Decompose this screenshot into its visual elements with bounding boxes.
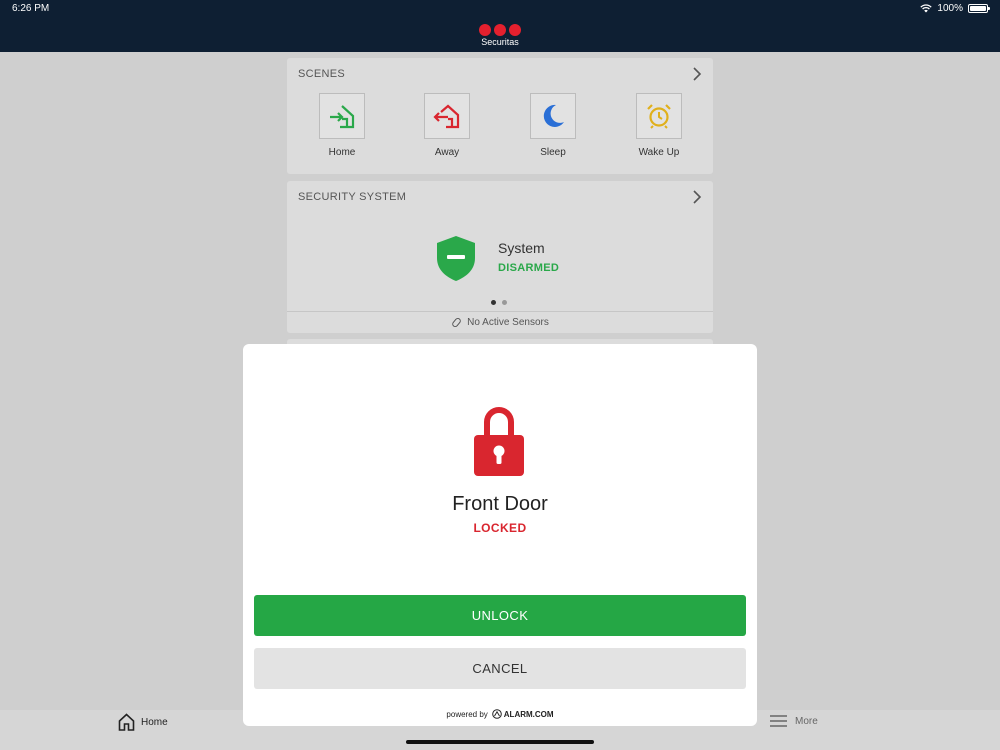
security-system-title: SECURITY SYSTEM (298, 191, 407, 203)
sensors-text: No Active Sensors (467, 317, 549, 328)
powered-by-text: powered by (446, 709, 488, 719)
sensor-tag-icon (452, 317, 461, 328)
brand-logo: Securitas (474, 24, 526, 47)
home-icon (118, 713, 135, 731)
brand-name: Securitas (481, 37, 519, 47)
status-time: 6:26 PM (12, 3, 50, 14)
pager-dots[interactable] (491, 300, 507, 305)
chevron-right-icon[interactable] (691, 67, 703, 81)
system-state: DISARMED (498, 262, 560, 274)
home-arrive-icon (330, 105, 355, 129)
tab-home-label: Home (141, 716, 168, 728)
chevron-right-icon[interactable] (691, 190, 703, 204)
lock-icon (474, 407, 524, 476)
battery-percent: 100% (937, 3, 963, 14)
lock-control-dialog: Front Door LOCKED UNLOCK CANCEL powered … (243, 344, 757, 726)
home-leave-icon (433, 104, 460, 129)
scene-label: Away (434, 147, 460, 158)
scene-sleep[interactable]: Sleep (523, 93, 583, 158)
scene-label: Home (328, 147, 356, 158)
battery-icon (968, 4, 990, 13)
home-indicator[interactable] (406, 740, 594, 744)
alarm-com-mark-icon (491, 709, 502, 719)
pager-dot-active[interactable] (491, 300, 496, 305)
tab-more[interactable]: More (770, 715, 818, 727)
scene-wake-up[interactable]: Wake Up (629, 93, 689, 158)
alarm-com-logo: ALARM.COM (491, 709, 554, 719)
scenes-title: SCENES (298, 68, 346, 80)
scene-label: Sleep (540, 147, 566, 158)
sensors-status[interactable]: No Active Sensors (287, 311, 713, 333)
unlock-button[interactable]: UNLOCK (254, 595, 746, 636)
scene-home[interactable]: Home (312, 93, 372, 158)
wifi-icon (920, 4, 933, 13)
scenes-card[interactable]: SCENES Home Away Sleep Wake Up (287, 58, 713, 174)
cancel-button[interactable]: CANCEL (254, 648, 746, 689)
status-indicators: 100% (920, 3, 990, 14)
lock-state: LOCKED (473, 521, 527, 535)
alarm-clock-icon (647, 104, 671, 129)
security-system-card[interactable]: SECURITY SYSTEM System DISARMED No Activ… (287, 181, 713, 333)
tab-home[interactable]: Home (118, 713, 168, 731)
menu-icon (770, 715, 787, 727)
scene-label: Wake Up (638, 147, 680, 158)
scene-away[interactable]: Away (417, 93, 477, 158)
system-name: System (498, 240, 545, 256)
pager-dot[interactable] (502, 300, 507, 305)
shield-icon (437, 236, 475, 281)
tab-more-label: More (795, 715, 818, 727)
moon-icon (543, 104, 564, 127)
app-header: 6:26 PM 100% Securitas (0, 0, 1000, 52)
device-name: Front Door (452, 493, 548, 515)
powered-by: powered by ALARM.COM (243, 709, 757, 719)
